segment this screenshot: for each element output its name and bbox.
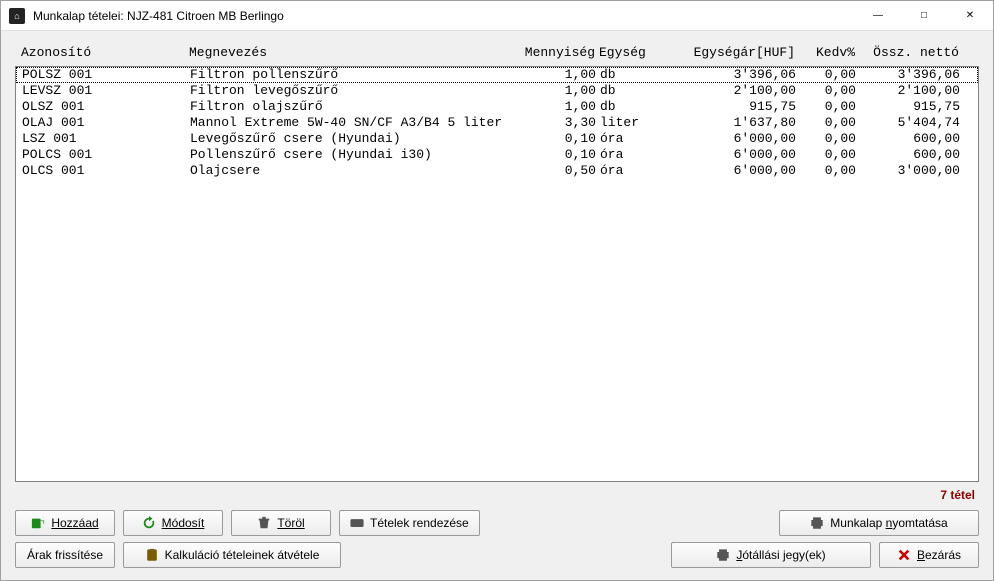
window-title: Munkalap tételei: NJZ-481 Citroen MB Ber…	[33, 9, 284, 23]
client-area: Azonosító Megnevezés Mennyiség Egység Eg…	[1, 31, 993, 580]
cell-unit: óra	[600, 131, 680, 147]
cell-id: LEVSZ 001	[22, 83, 190, 99]
table-row[interactable]: LSZ 001Levegőszűrő csere (Hyundai)0,10ór…	[16, 131, 978, 147]
table-row[interactable]: OLSZ 001Filtron olajszűrő1,00db915,750,0…	[16, 99, 978, 115]
cell-id: POLSZ 001	[22, 67, 190, 83]
cell-price: 915,75	[680, 99, 800, 115]
table-row[interactable]: OLCS 001Olajcsere0,50óra6'000,000,003'00…	[16, 163, 978, 179]
cell-price: 6'000,00	[680, 147, 800, 163]
col-disc[interactable]: Kedv%	[799, 45, 859, 60]
col-id[interactable]: Azonosító	[21, 45, 189, 60]
cell-name: Pollenszűrő csere (Hyundai i30)	[190, 147, 518, 163]
table-row[interactable]: LEVSZ 001Filtron levegőszűrő1,00db2'100,…	[16, 83, 978, 99]
titlebar: ⌂ Munkalap tételei: NJZ-481 Citroen MB B…	[1, 1, 993, 31]
printer-icon	[810, 516, 824, 530]
grid-body[interactable]: POLSZ 001Filtron pollenszűrő1,00db3'396,…	[15, 66, 979, 482]
cell-unit: db	[600, 99, 680, 115]
cell-disc: 0,00	[800, 99, 860, 115]
cell-id: POLCS 001	[22, 147, 190, 163]
cell-net: 3'396,06	[860, 67, 960, 83]
cell-qty: 0,10	[518, 131, 600, 147]
cell-name: Filtron olajszűrő	[190, 99, 518, 115]
button-area: Hozzáad Módosít Töröl Tételek rendezése …	[15, 510, 979, 568]
cell-unit: óra	[600, 147, 680, 163]
col-unit[interactable]: Egység	[599, 45, 679, 60]
table-row[interactable]: OLAJ 001Mannol Extreme 5W-40 SN/CF A3/B4…	[16, 115, 978, 131]
cell-name: Filtron levegőszűrő	[190, 83, 518, 99]
keyboard-icon	[350, 516, 364, 530]
items-grid: Azonosító Megnevezés Mennyiség Egység Eg…	[15, 41, 979, 482]
cell-unit: db	[600, 83, 680, 99]
grid-header: Azonosító Megnevezés Mennyiség Egység Eg…	[15, 41, 979, 66]
sort-button[interactable]: Tételek rendezése	[339, 510, 480, 536]
close-icon	[897, 548, 911, 562]
cell-price: 6'000,00	[680, 131, 800, 147]
cell-name: Olajcsere	[190, 163, 518, 179]
maximize-button[interactable]: □	[901, 1, 947, 30]
refresh-icon	[142, 516, 156, 530]
cell-price: 3'396,06	[680, 67, 800, 83]
cell-disc: 0,00	[800, 67, 860, 83]
col-price[interactable]: Egységár[HUF]	[679, 45, 799, 60]
cell-qty: 1,00	[518, 67, 600, 83]
col-net[interactable]: Össz. nettó	[859, 45, 959, 60]
edit-button-label: Módosít	[162, 516, 205, 530]
warranty-button[interactable]: Jótállási jegy(ek)	[671, 542, 871, 568]
sort-button-label: Tételek rendezése	[370, 516, 469, 530]
cell-net: 600,00	[860, 131, 960, 147]
edit-button[interactable]: Módosít	[123, 510, 223, 536]
cell-id: OLAJ 001	[22, 115, 190, 131]
row-count: 7 tétel	[15, 482, 979, 510]
cell-id: OLCS 001	[22, 163, 190, 179]
cell-disc: 0,00	[800, 115, 860, 131]
cell-price: 6'000,00	[680, 163, 800, 179]
cell-net: 2'100,00	[860, 83, 960, 99]
cell-net: 3'000,00	[860, 163, 960, 179]
calc-adopt-label: Kalkuláció tételeinek átvétele	[165, 548, 320, 562]
cell-id: LSZ 001	[22, 131, 190, 147]
delete-button-label: Töröl	[277, 516, 304, 530]
cell-disc: 0,00	[800, 147, 860, 163]
clipboard-icon	[145, 548, 159, 562]
delete-button[interactable]: Töröl	[231, 510, 331, 536]
add-button-label: Hozzáad	[51, 516, 98, 530]
cell-net: 600,00	[860, 147, 960, 163]
close-button[interactable]: Bezárás	[879, 542, 979, 568]
cell-unit: liter	[600, 115, 680, 131]
cell-net: 915,75	[860, 99, 960, 115]
add-button[interactable]: Hozzáad	[15, 510, 115, 536]
table-row[interactable]: POLSZ 001Filtron pollenszűrő1,00db3'396,…	[16, 67, 978, 83]
price-refresh-button[interactable]: Árak frissítése	[15, 542, 115, 568]
cell-price: 1'637,80	[680, 115, 800, 131]
cell-name: Levegőszűrő csere (Hyundai)	[190, 131, 518, 147]
cell-unit: óra	[600, 163, 680, 179]
printer-icon	[716, 548, 730, 562]
col-name[interactable]: Megnevezés	[189, 45, 517, 60]
add-icon	[31, 516, 45, 530]
cell-disc: 0,00	[800, 163, 860, 179]
cell-qty: 1,00	[518, 83, 600, 99]
close-window-button[interactable]: ✕	[947, 1, 993, 30]
cell-disc: 0,00	[800, 83, 860, 99]
cell-qty: 1,00	[518, 99, 600, 115]
cell-disc: 0,00	[800, 131, 860, 147]
app-icon: ⌂	[9, 8, 25, 24]
cell-qty: 3,30	[518, 115, 600, 131]
table-row[interactable]: POLCS 001Pollenszűrő csere (Hyundai i30)…	[16, 147, 978, 163]
cell-qty: 0,10	[518, 147, 600, 163]
cell-name: Filtron pollenszűrő	[190, 67, 518, 83]
cell-net: 5'404,74	[860, 115, 960, 131]
trash-icon	[257, 516, 271, 530]
cell-price: 2'100,00	[680, 83, 800, 99]
window-controls: — □ ✕	[855, 1, 993, 30]
print-worksheet-button[interactable]: Munkalap nyomtatása	[779, 510, 979, 536]
cell-qty: 0,50	[518, 163, 600, 179]
cell-unit: db	[600, 67, 680, 83]
cell-name: Mannol Extreme 5W-40 SN/CF A3/B4 5 liter	[190, 115, 518, 131]
cell-id: OLSZ 001	[22, 99, 190, 115]
price-refresh-label: Árak frissítése	[27, 548, 103, 562]
minimize-button[interactable]: —	[855, 1, 901, 30]
calc-adopt-button[interactable]: Kalkuláció tételeinek átvétele	[123, 542, 341, 568]
col-qty[interactable]: Mennyiség	[517, 45, 599, 60]
